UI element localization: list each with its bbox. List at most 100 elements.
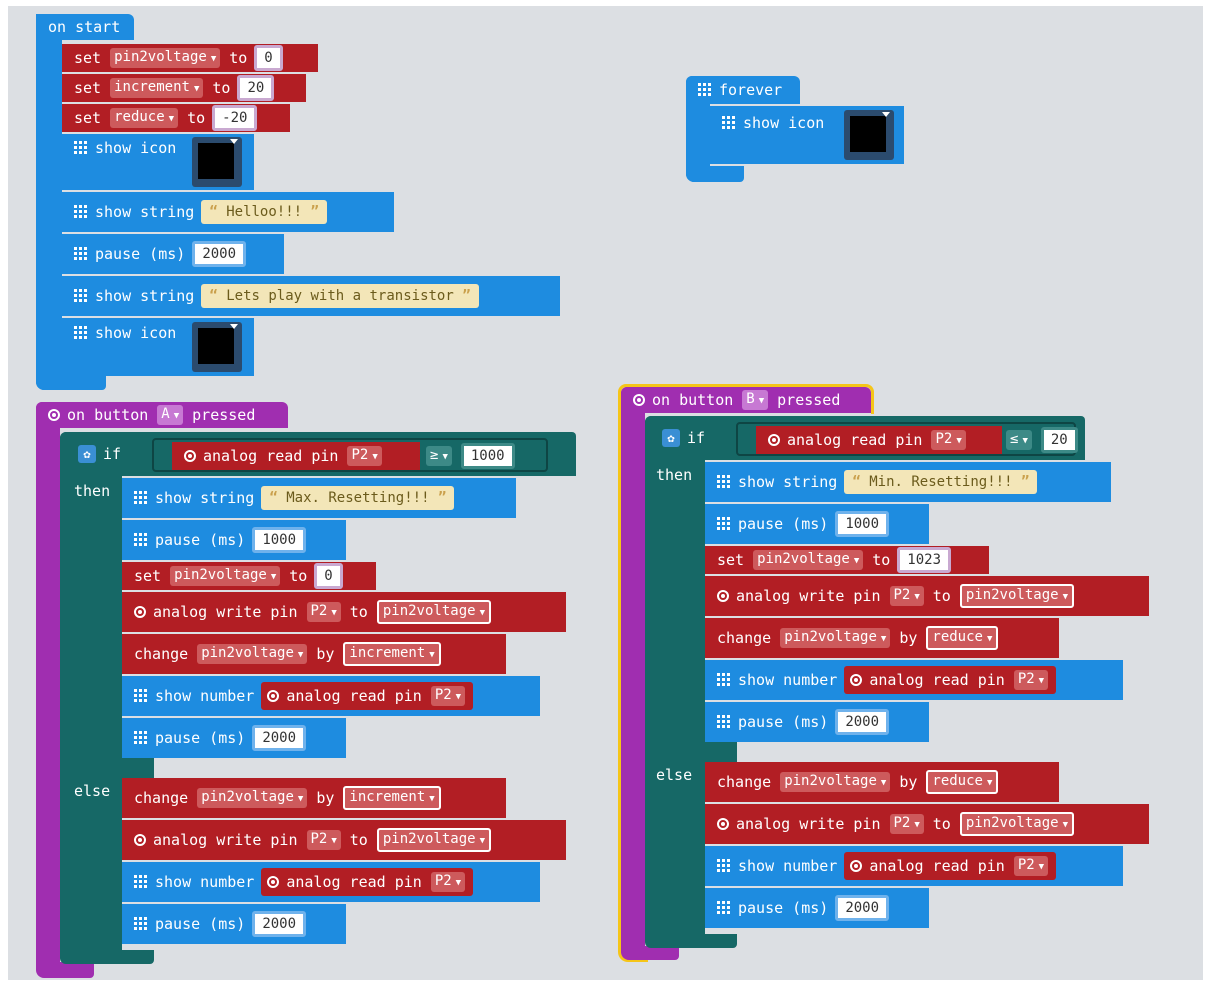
amount-dropdown[interactable]: reduce ▼ [926, 770, 999, 794]
number-input[interactable]: 2000 [835, 709, 890, 735]
number-input[interactable]: 1000 [460, 443, 515, 469]
show-icon-label: show icon [95, 324, 177, 342]
pin-dropdown[interactable]: P2 ▼ [1013, 856, 1049, 876]
variable-dropdown[interactable]: pin2voltage ▼ [197, 788, 308, 808]
analog-write-block[interactable]: analog write pin P2 ▼ to pin2voltage ▼ [705, 804, 1149, 844]
show-number-block[interactable]: show number analog read pin P2 ▼ [122, 862, 540, 902]
number-input[interactable]: 1000 [252, 527, 307, 553]
if-else-block-b[interactable] [645, 416, 705, 946]
variable-dropdown[interactable]: pin2voltage ▼ [170, 566, 281, 586]
analog-read-block[interactable]: analog read pin P2 ▼ [844, 666, 1057, 694]
number-input[interactable]: 2000 [252, 725, 307, 751]
show-number-block[interactable]: show number analog read pin P2 ▼ [705, 660, 1123, 700]
show-string-block[interactable]: show string “ Max. Resetting!!! ” [122, 478, 516, 518]
led-icon-picker[interactable] [844, 110, 894, 160]
pause-block[interactable]: pause (ms) 2000 [705, 702, 929, 742]
pin-dropdown[interactable]: P2 ▼ [306, 830, 341, 850]
analog-write-block[interactable]: analog write pin P2 ▼ to pin2voltage ▼ [705, 576, 1149, 616]
variable-dropdown[interactable]: pin2voltage ▼ [959, 584, 1074, 608]
gear-icon[interactable]: ✿ [78, 445, 96, 463]
pin-dropdown[interactable]: P2 ▼ [430, 686, 466, 706]
number-input[interactable]: 1000 [835, 511, 890, 537]
analog-read-block[interactable]: analog read pin P2 ▼ [844, 852, 1057, 880]
variable-dropdown[interactable]: reduce ▼ [110, 108, 179, 128]
if-else-block-a[interactable] [60, 432, 122, 962]
pin-dropdown[interactable]: P2 ▼ [889, 586, 924, 606]
amount-dropdown[interactable]: increment ▼ [343, 786, 441, 810]
number-input[interactable]: 1023 [897, 547, 952, 573]
variable-dropdown[interactable]: pin2voltage ▼ [110, 48, 221, 68]
set-reduce-block[interactable]: set reduce ▼ to -20 [62, 104, 290, 132]
analog-read-block[interactable]: analog read pin P2 ▼ [172, 442, 420, 470]
analog-write-block[interactable]: analog write pin P2 ▼ to pin2voltage ▼ [122, 820, 566, 860]
pause-block[interactable]: pause (ms) 2000 [122, 718, 346, 758]
pause-block[interactable]: pause (ms) 2000 [705, 888, 929, 928]
button-a-header[interactable]: on button A ▼ pressed [36, 402, 288, 428]
show-string-block[interactable]: show string “ Lets play with a transisto… [62, 276, 560, 316]
button-b-header[interactable]: on button B ▼ pressed [621, 387, 871, 413]
pause-block[interactable]: pause (ms) 1000 [122, 520, 346, 560]
variable-dropdown[interactable]: pin2voltage ▼ [376, 828, 491, 852]
analog-read-block[interactable]: analog read pin P2 ▼ [261, 682, 474, 710]
change-block[interactable]: change pin2voltage ▼ by reduce ▼ [705, 618, 1059, 658]
number-input[interactable]: 0 [254, 45, 283, 71]
number-input[interactable]: 0 [314, 563, 343, 589]
workspace[interactable]: on start set pin2voltage ▼ to 0 set incre… [8, 6, 1203, 980]
amount-dropdown[interactable]: reduce ▼ [926, 626, 999, 650]
variable-dropdown[interactable]: increment ▼ [110, 78, 204, 98]
string-input[interactable]: “ Helloo!!! ” [201, 200, 327, 224]
number-input[interactable]: 20 [237, 75, 275, 101]
gear-icon[interactable]: ✿ [662, 429, 680, 447]
show-icon-block[interactable]: show icon [62, 134, 254, 190]
set-pin2voltage-block[interactable]: set pin2voltage ▼ to 0 [62, 44, 318, 72]
amount-dropdown[interactable]: increment ▼ [343, 642, 441, 666]
variable-dropdown[interactable]: pin2voltage ▼ [376, 600, 491, 624]
string-input[interactable]: “ Min. Resetting!!! ” [844, 470, 1038, 494]
pause-block[interactable]: pause (ms) 2000 [62, 234, 284, 274]
show-icon-block[interactable]: show icon [62, 318, 254, 376]
set-block[interactable]: set pin2voltage ▼ to 0 [122, 562, 376, 590]
show-string-block[interactable]: show string “ Helloo!!! ” [62, 192, 394, 232]
number-input[interactable]: 2000 [835, 895, 890, 921]
led-icon-picker[interactable] [192, 137, 242, 187]
string-input[interactable]: “ Lets play with a transistor ” [201, 284, 479, 308]
set-block[interactable]: set pin2voltage ▼ to 1023 [705, 546, 989, 574]
show-icon-block[interactable]: show icon [710, 106, 904, 164]
change-block[interactable]: change pin2voltage ▼ by increment ▼ [122, 778, 506, 818]
operator-dropdown[interactable]: ≤ ▼ [1006, 430, 1032, 450]
number-input[interactable]: 2000 [252, 911, 307, 937]
analog-read-block[interactable]: analog read pin P2 ▼ [756, 426, 1002, 454]
variable-dropdown[interactable]: pin2voltage ▼ [780, 628, 891, 648]
pin-dropdown[interactable]: P2 ▼ [1013, 670, 1049, 690]
operator-dropdown[interactable]: ≥ ▼ [426, 446, 452, 466]
on-start-header[interactable]: on start [36, 14, 134, 40]
analog-read-block[interactable]: analog read pin P2 ▼ [261, 868, 474, 896]
forever-header[interactable]: forever [686, 76, 800, 104]
show-string-block[interactable]: show string “ Min. Resetting!!! ” [705, 462, 1111, 502]
set-increment-block[interactable]: set increment ▼ to 20 [62, 74, 306, 102]
analog-write-block[interactable]: analog write pin P2 ▼ to pin2voltage ▼ [122, 592, 566, 632]
led-icon-picker[interactable] [192, 322, 242, 372]
change-block[interactable]: change pin2voltage ▼ by increment ▼ [122, 634, 506, 674]
pause-block[interactable]: pause (ms) 2000 [122, 904, 346, 944]
variable-dropdown[interactable]: pin2voltage ▼ [753, 550, 864, 570]
button-dropdown[interactable]: A ▼ [157, 405, 184, 425]
number-input[interactable]: 20 [1040, 427, 1078, 453]
string-input[interactable]: “ Max. Resetting!!! ” [261, 486, 455, 510]
button-dropdown[interactable]: B ▼ [742, 390, 769, 410]
number-input[interactable]: -20 [212, 105, 258, 131]
change-block[interactable]: change pin2voltage ▼ by reduce ▼ [705, 762, 1059, 802]
variable-dropdown[interactable]: pin2voltage ▼ [197, 644, 308, 664]
variable-dropdown[interactable]: pin2voltage ▼ [959, 812, 1074, 836]
pin-dropdown[interactable]: P2 ▼ [306, 602, 341, 622]
pin-dropdown[interactable]: P2 ▼ [430, 872, 466, 892]
variable-dropdown[interactable]: pin2voltage ▼ [780, 772, 891, 792]
button-a-footer [36, 962, 94, 978]
number-input[interactable]: 2000 [192, 241, 247, 267]
pause-block[interactable]: pause (ms) 1000 [705, 504, 929, 544]
pin-dropdown[interactable]: P2 ▼ [931, 430, 966, 450]
pin-dropdown[interactable]: P2 ▼ [889, 814, 924, 834]
show-number-block[interactable]: show number analog read pin P2 ▼ [122, 676, 540, 716]
show-number-block[interactable]: show number analog read pin P2 ▼ [705, 846, 1123, 886]
pin-dropdown[interactable]: P2 ▼ [347, 446, 382, 466]
